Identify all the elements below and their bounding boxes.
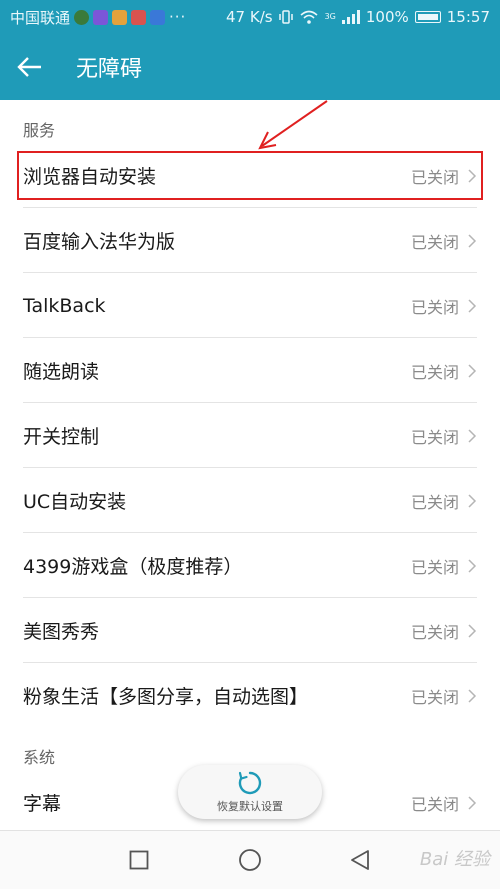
list-item-4399-game-box[interactable]: 4399游戏盒（极度推荐） 已关闭 <box>0 533 500 598</box>
restore-icon <box>238 771 262 795</box>
item-label: 开关控制 <box>23 426 100 448</box>
item-label: 粉象生活【多图分享，自动选图】 <box>23 686 309 708</box>
net-speed: 47 K/s <box>226 8 273 26</box>
chevron-right-icon <box>468 363 477 378</box>
restore-defaults-button[interactable]: 恢复默认设置 <box>178 765 322 819</box>
highlight-box <box>17 151 483 200</box>
video-app-icon <box>93 9 109 25</box>
section-header-system: 系统 <box>23 748 56 767</box>
more-notifications-icon: ··· <box>169 8 187 26</box>
item-label: 随选朗读 <box>23 361 100 383</box>
clock: 15:57 <box>446 8 490 26</box>
item-label: TalkBack <box>23 294 106 317</box>
battery-percent: 100% <box>365 8 409 26</box>
status-bar: 中国联通 ··· 47 K/s 3G 100% 15:57 <box>0 0 500 34</box>
chevron-right-icon <box>468 623 477 638</box>
watermark-logo: Bai 经验 <box>419 849 490 870</box>
vibrate-icon <box>278 10 293 24</box>
item-status: 已关闭 <box>410 362 459 382</box>
triangle-back-icon <box>351 850 369 870</box>
chevron-right-icon <box>468 428 477 443</box>
item-status: 已关闭 <box>410 492 459 512</box>
list-item-meitu[interactable]: 美图秀秀 已关闭 <box>0 598 500 663</box>
back-button[interactable] <box>0 34 60 100</box>
list-item-baidu-input[interactable]: 百度输入法华为版 已关闭 <box>0 208 500 273</box>
news-app-icon <box>131 9 147 25</box>
chevron-right-icon <box>468 298 477 313</box>
list-item-uc-auto-install[interactable]: UC自动安装 已关闭 <box>0 468 500 533</box>
page-title: 无障碍 <box>76 57 143 82</box>
list-item-talkback[interactable]: TalkBack 已关闭 <box>0 273 500 338</box>
restore-defaults-label: 恢复默认设置 <box>217 800 283 813</box>
chevron-right-icon <box>468 688 477 703</box>
chevron-right-icon <box>468 558 477 573</box>
back-arrow-icon <box>17 57 41 77</box>
item-status: 已关闭 <box>410 794 459 814</box>
chevron-right-icon <box>468 493 477 508</box>
item-status: 已关闭 <box>410 427 459 447</box>
chevron-right-icon <box>468 795 477 810</box>
carrier-label: 中国联通 <box>10 8 71 27</box>
section-header-services: 服务 <box>23 121 56 140</box>
chevron-right-icon <box>468 233 477 248</box>
network-type: 3G <box>324 12 336 21</box>
game-app-icon <box>112 9 128 25</box>
item-label: 4399游戏盒（极度推荐） <box>23 556 243 578</box>
item-status: 已关闭 <box>410 557 459 577</box>
item-status: 已关闭 <box>410 232 459 252</box>
app-notification-icon <box>74 9 90 25</box>
square-icon <box>129 850 149 870</box>
item-label: 百度输入法华为版 <box>23 231 176 253</box>
item-status: 已关闭 <box>410 687 459 707</box>
item-status: 已关闭 <box>410 297 459 317</box>
item-label: 美图秀秀 <box>23 621 100 643</box>
back-nav-button[interactable] <box>345 845 375 875</box>
battery-icon <box>414 11 441 23</box>
title-bar: 无障碍 <box>0 34 500 100</box>
circle-icon <box>239 849 261 871</box>
item-label: UC自动安装 <box>23 491 127 513</box>
list-item-switch-access[interactable]: 开关控制 已关闭 <box>0 403 500 468</box>
wifi-icon <box>300 10 318 24</box>
list-item-fenxiang-life[interactable]: 粉象生活【多图分享，自动选图】 已关闭 <box>0 663 500 728</box>
signal-icon <box>341 10 360 24</box>
recent-apps-button[interactable] <box>124 845 154 875</box>
baidu-app-icon <box>150 9 166 25</box>
list-item-select-to-speak[interactable]: 随选朗读 已关闭 <box>0 338 500 403</box>
item-status: 已关闭 <box>410 622 459 642</box>
home-button[interactable] <box>235 845 265 875</box>
